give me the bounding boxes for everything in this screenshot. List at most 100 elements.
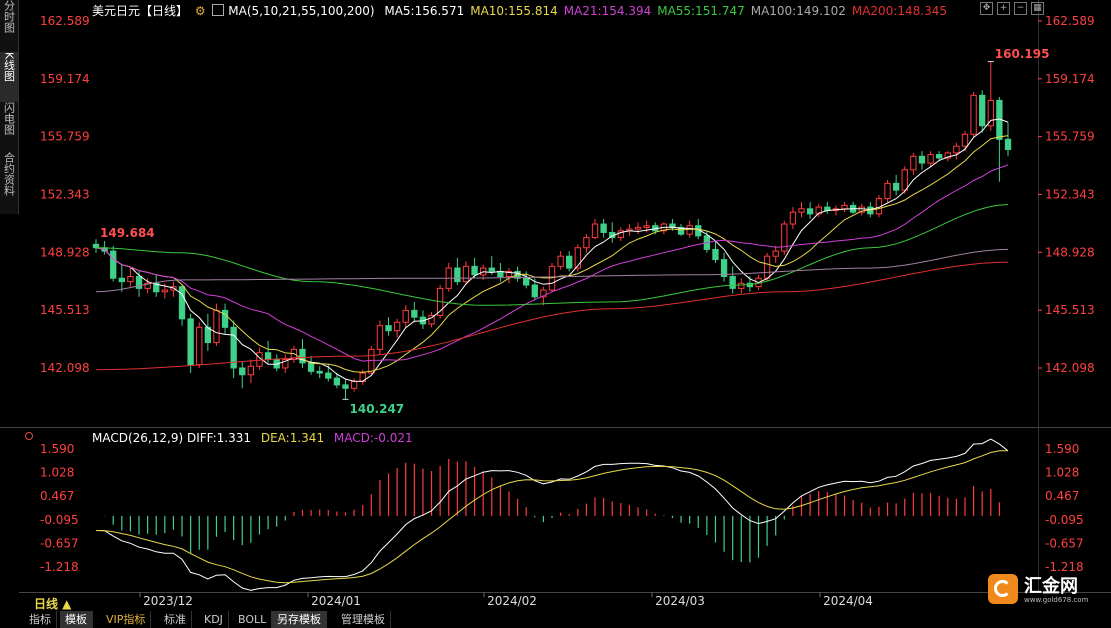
candle-body	[841, 204, 848, 210]
candle-body	[247, 365, 255, 376]
candle-body	[892, 182, 900, 191]
date-tick-4: 2024/04	[823, 594, 873, 608]
ma-value-2: MA21:154.394	[563, 4, 652, 18]
candle-body	[531, 284, 538, 298]
candle-body	[591, 223, 599, 239]
logo-name: 汇金网	[1024, 576, 1078, 597]
tab-manage-template[interactable]: 管理模板	[336, 611, 391, 628]
start-price-label: 149.684	[100, 226, 155, 240]
settings-icon[interactable]: ⚙	[195, 4, 206, 18]
date-tick-3: 2024/03	[655, 594, 705, 608]
candle-body	[307, 362, 315, 372]
candle-body	[325, 372, 332, 379]
candle-body	[961, 133, 969, 147]
ma-params: MA(5,10,21,55,100,200)	[228, 4, 375, 18]
candle-body	[763, 255, 771, 279]
candle-body	[471, 265, 478, 276]
candle-body	[738, 282, 745, 289]
date-tick-2: 2024/02	[487, 594, 537, 608]
candle-body	[239, 367, 246, 376]
crosshair-icon[interactable]: ✥	[980, 2, 993, 15]
candle-body	[316, 370, 323, 374]
candle-body	[634, 226, 642, 230]
candle-body	[497, 270, 504, 278]
tab-kline-chart[interactable]: K线图	[0, 52, 19, 102]
candle-body	[643, 225, 650, 228]
high-price-label: 160.195	[995, 47, 1050, 61]
zoom-out-icon[interactable]: −	[1014, 2, 1027, 15]
tab-standard[interactable]: 标准	[159, 611, 192, 628]
candle-body	[970, 94, 977, 135]
candle-body	[333, 377, 341, 386]
tab-time-chart[interactable]: 分时图	[0, 0, 19, 52]
candle-body	[161, 289, 168, 293]
candle-body	[299, 348, 306, 364]
date-tick-1: 2024/01	[311, 594, 361, 608]
macd-header: MACD(26,12,9) DIFF:1.331 DEA:1.341 MACD:…	[92, 431, 413, 445]
candle-body	[901, 169, 908, 191]
candle-body	[936, 154, 943, 159]
main-header: 美元日元【日线】 ⚙ MA(5,10,21,55,100,200) MA5:15…	[92, 2, 947, 19]
macd-tick-left-4: -0.657	[40, 536, 79, 550]
candle-body	[927, 154, 934, 164]
candle-body	[368, 348, 375, 374]
tab-contract-info[interactable]: 合约资料	[0, 152, 19, 214]
price-tick-left-4: 148.928	[40, 245, 90, 259]
macd-diff: DIFF:1.331	[186, 431, 252, 445]
candle-body	[264, 352, 272, 360]
ma-value-3: MA55:151.747	[657, 4, 745, 18]
tab-boll[interactable]: BOLL	[233, 611, 273, 628]
candle-body	[910, 155, 917, 171]
date-tick-0: 2023/12	[143, 594, 193, 608]
price-tick-left-0: 162.589	[40, 14, 90, 28]
price-tick-right-4: 148.928	[1045, 245, 1095, 259]
instrument-title: 美元日元【日线】	[92, 4, 189, 18]
period-selector[interactable]: 日线 ▲	[34, 595, 71, 612]
macd-tick-left-3: -0.095	[40, 513, 79, 527]
macd-tick-right-2: 0.467	[1045, 489, 1079, 503]
tab-save-template[interactable]: 另存模板	[272, 611, 327, 628]
price-tick-left-2: 155.759	[40, 130, 90, 144]
settings-grid-icon[interactable]: ▦	[1031, 2, 1044, 15]
zoom-in-icon[interactable]: +	[997, 2, 1010, 15]
candle-body	[454, 267, 461, 283]
candle-body	[393, 321, 401, 332]
macd-tick-left-0: 1.590	[40, 442, 74, 456]
tab-template[interactable]: 模板	[60, 611, 93, 628]
candle-body	[488, 267, 495, 272]
price-tick-right-3: 152.343	[1045, 188, 1095, 202]
candle-body	[342, 384, 349, 389]
macd-settings-icon[interactable]	[25, 432, 33, 440]
candle-body	[523, 277, 530, 286]
price-tick-right-5: 145.513	[1045, 303, 1095, 317]
price-tick-right-6: 142.098	[1045, 361, 1095, 375]
candle-body	[196, 326, 203, 366]
candle-body	[462, 265, 470, 283]
ma-params-icon[interactable]	[212, 4, 225, 16]
tab-vip-indicator[interactable]: VIP指标	[101, 611, 152, 628]
candle-body	[92, 243, 100, 249]
candle-body	[789, 211, 797, 225]
candle-body	[772, 250, 779, 257]
macd-diff-line	[95, 438, 1009, 591]
tab-kdj[interactable]: KDJ	[199, 611, 229, 628]
candle-body	[110, 250, 117, 279]
macd-tick-right-1: 1.028	[1045, 466, 1079, 480]
ma-value-0: MA5:156.571	[384, 4, 465, 18]
logo-mark-swirl-icon	[994, 580, 1011, 597]
logo-url: www.gold678.com	[1024, 596, 1089, 604]
price-tick-right-0: 162.589	[1045, 14, 1095, 28]
candle-body	[1004, 138, 1012, 151]
price-tick-right-1: 159.174	[1045, 72, 1095, 86]
macd-tick-left-2: 0.467	[40, 489, 74, 503]
tab-lightning-chart[interactable]: 闪电图	[0, 102, 19, 152]
candle-body	[806, 208, 814, 215]
tab-indicator[interactable]: 指标	[24, 611, 57, 628]
macd-tick-left-1: 1.028	[40, 466, 74, 480]
candle-body	[187, 318, 194, 366]
ma-value-1: MA10:155.814	[470, 4, 558, 18]
candle-body	[600, 223, 607, 233]
candle-body	[884, 182, 891, 200]
candle-body	[918, 155, 926, 164]
chart-canvas: 162.589 162.589 159.174 159.174 155.759 155.7…	[0, 0, 1111, 608]
